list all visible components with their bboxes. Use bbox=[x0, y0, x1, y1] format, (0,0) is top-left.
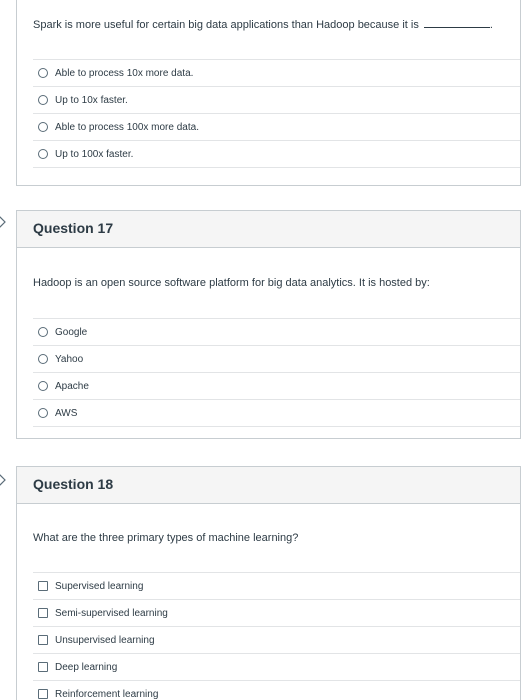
answer-label: Reinforcement learning bbox=[55, 688, 159, 700]
answer-label: Google bbox=[55, 326, 88, 338]
answer-option[interactable]: Reinforcement learning bbox=[33, 681, 520, 700]
question-17: Question 17 Hadoop is an open source sof… bbox=[16, 210, 521, 439]
answer-label: Yahoo bbox=[55, 353, 84, 365]
radio-button[interactable] bbox=[38, 122, 48, 132]
answer-label: AWS bbox=[55, 407, 78, 419]
answer-option[interactable]: AWS bbox=[33, 400, 520, 427]
question-17-answers: Google Yahoo Apache AWS bbox=[33, 318, 520, 427]
radio-button[interactable] bbox=[38, 95, 48, 105]
question-header: Question 18 bbox=[17, 467, 520, 504]
question-17-text: Hadoop is an open source software platfo… bbox=[33, 277, 430, 289]
answer-option[interactable]: Able to process 10x more data. bbox=[33, 60, 520, 87]
answer-option[interactable]: Able to process 100x more data. bbox=[33, 114, 520, 141]
answer-label: Supervised learning bbox=[55, 580, 144, 592]
question-18: Question 18 What are the three primary t… bbox=[16, 466, 521, 700]
answer-label: Up to 100x faster. bbox=[55, 148, 134, 160]
question-flag-icon[interactable] bbox=[0, 473, 8, 487]
fill-in-blank bbox=[423, 27, 490, 28]
radio-button[interactable] bbox=[38, 149, 48, 159]
radio-button[interactable] bbox=[38, 408, 48, 418]
answer-label: Able to process 100x more data. bbox=[55, 121, 199, 133]
answer-label: Semi-supervised learning bbox=[55, 607, 168, 619]
question-18-text: What are the three primary types of mach… bbox=[33, 532, 299, 544]
question-18-answers: Supervised learning Semi-supervised lear… bbox=[33, 572, 520, 700]
question-16: Spark is more useful for certain big dat… bbox=[16, 0, 521, 186]
answer-option[interactable]: Unsupervised learning bbox=[33, 627, 520, 654]
checkbox[interactable] bbox=[38, 635, 48, 645]
quiz-page: Spark is more useful for certain big dat… bbox=[0, 0, 521, 700]
checkbox[interactable] bbox=[38, 662, 48, 672]
question-16-text: Spark is more useful for certain big dat… bbox=[33, 19, 493, 31]
radio-button[interactable] bbox=[38, 381, 48, 391]
question-title: Question 18 bbox=[33, 476, 114, 492]
answer-option[interactable]: Google bbox=[33, 319, 520, 346]
radio-button[interactable] bbox=[38, 327, 48, 337]
radio-button[interactable] bbox=[38, 68, 48, 78]
answer-label: Apache bbox=[55, 380, 89, 392]
answer-option[interactable]: Apache bbox=[33, 373, 520, 400]
answer-option[interactable]: Yahoo bbox=[33, 346, 520, 373]
question-flag-icon[interactable] bbox=[0, 215, 8, 229]
question-16-answers: Able to process 10x more data. Up to 10x… bbox=[33, 59, 520, 168]
answer-label: Unsupervised learning bbox=[55, 634, 155, 646]
answer-option[interactable]: Supervised learning bbox=[33, 573, 520, 600]
question-header: Question 17 bbox=[17, 211, 520, 248]
checkbox[interactable] bbox=[38, 689, 48, 699]
answer-option[interactable]: Up to 10x faster. bbox=[33, 87, 520, 114]
checkbox[interactable] bbox=[38, 608, 48, 618]
answer-option[interactable]: Deep learning bbox=[33, 654, 520, 681]
checkbox[interactable] bbox=[38, 581, 48, 591]
question-title: Question 17 bbox=[33, 220, 114, 236]
answer-option[interactable]: Semi-supervised learning bbox=[33, 600, 520, 627]
blank-period: . bbox=[489, 19, 493, 31]
answer-option[interactable]: Up to 100x faster. bbox=[33, 141, 520, 168]
answer-label: Able to process 10x more data. bbox=[55, 67, 194, 79]
radio-button[interactable] bbox=[38, 354, 48, 364]
answer-label: Deep learning bbox=[55, 661, 118, 673]
answer-label: Up to 10x faster. bbox=[55, 94, 128, 106]
question-16-prompt: Spark is more useful for certain big dat… bbox=[33, 19, 419, 31]
